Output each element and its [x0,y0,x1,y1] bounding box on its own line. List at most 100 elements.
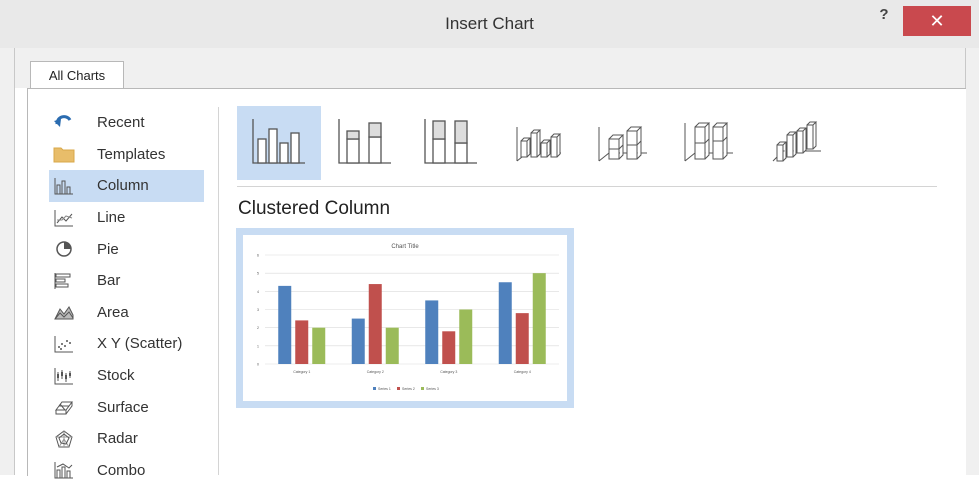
line-chart-icon [53,208,75,228]
close-button[interactable]: ✕ [903,6,971,36]
chart-type-label: Surface [97,398,149,416]
3d-clustered-column-option[interactable] [495,106,579,180]
3d-stacked-column-option[interactable] [581,106,665,180]
chart-type-label: Templates [97,145,166,163]
chart-type-bar[interactable]: Bar [49,265,204,297]
legend-swatch [373,387,376,390]
y-tick-label: 4 [257,290,259,294]
dialog-left-border [0,48,15,475]
gallery-divider [237,186,937,187]
combo-chart-icon [53,460,75,480]
surface-chart-icon [53,397,75,417]
chart-bar [351,318,365,364]
chart-type-column[interactable]: Column [49,170,204,202]
chart-bar [532,273,546,364]
folder-icon [53,144,75,164]
100-stacked-column-icon [423,117,479,170]
100-stacked-column-option[interactable] [409,106,493,180]
chart-preview-svg: Chart Title 0 1 2 3 4 5 6 Category 1 Category 2… [257,244,559,391]
bar-chart-icon [53,271,75,291]
stacked-column-icon [337,117,393,170]
chart-type-surface[interactable]: Surface [49,391,204,423]
stacked-column-option[interactable] [323,106,407,180]
x-tick-label: Category 3 [440,370,457,374]
chart-legend: Series 1 Series 2 Series 3 [373,387,439,391]
chart-bar [498,282,512,364]
chart-type-radar[interactable]: Radar [49,423,204,455]
chart-bar [278,285,292,364]
list-divider [218,107,219,475]
chart-type-label: X Y (Scatter) [97,335,183,353]
tab-all-charts[interactable]: All Charts [30,61,124,89]
chart-type-label: Recent [97,114,145,132]
chart-type-label: Line [97,209,126,227]
y-tick-label: 1 [257,344,259,348]
y-tick-label: 0 [257,363,259,367]
chart-bars [278,273,546,364]
3d-column-icon [767,117,823,170]
chart-type-recent[interactable]: Recent [49,107,204,139]
chart-type-scatter[interactable]: X Y (Scatter) [49,328,204,360]
chart-gridlines [265,254,559,365]
chart-type-area[interactable]: Area [49,297,204,329]
3d-stacked-column-icon [595,117,651,170]
y-tick-label: 2 [257,326,259,330]
chart-type-label: Bar [97,272,121,290]
3d-100-stacked-column-icon [681,117,737,170]
close-icon: ✕ [929,10,945,31]
chart-type-list: Recent Templates Column Line Pie Bar Are… [49,107,204,486]
dialog-right-border [965,48,979,475]
chart-bar [368,284,382,364]
undo-arrow-icon [53,113,75,133]
chart-bar [442,331,456,364]
chart-bar [312,327,326,364]
tab-strip: All Charts [15,48,965,89]
x-axis-ticks: Category 1 Category 2 Category 3 Category 4 [293,370,531,374]
chart-preview[interactable]: Chart Title 0 1 2 3 4 5 6 Category 1 Category 2… [243,235,567,401]
y-tick-label: 6 [257,254,259,258]
chart-type-label: Area [97,303,129,321]
3d-100-stacked-column-option[interactable] [667,106,751,180]
x-tick-label: Category 1 [293,370,310,374]
help-button[interactable]: ? [874,6,894,28]
legend-label: Series 1 [378,387,391,391]
scatter-chart-icon [53,334,75,354]
selected-subtype-title: Clustered Column [238,198,391,219]
x-tick-label: Category 2 [367,370,384,374]
y-axis-ticks: 0 1 2 3 4 5 6 [257,254,259,367]
chart-type-templates[interactable]: Templates [49,139,204,171]
y-tick-label: 5 [257,272,259,276]
area-chart-icon [53,302,75,322]
pie-chart-icon [53,239,75,259]
3d-clustered-column-icon [509,117,565,170]
chart-type-label: Combo [97,461,146,479]
3d-column-option[interactable] [753,106,837,180]
dialog-title: Insert Chart [445,14,534,33]
clustered-column-option[interactable] [237,106,321,180]
legend-swatch [421,387,424,390]
chart-bar [385,327,399,364]
chart-type-line[interactable]: Line [49,202,204,234]
chart-title: Chart Title [391,244,419,250]
chart-type-label: Column [97,177,149,195]
chart-type-label: Radar [97,430,138,448]
dialog-titlebar: Insert Chart ? ✕ [0,0,979,49]
chart-type-stock[interactable]: Stock [49,360,204,392]
stock-chart-icon [53,366,75,386]
column-subtype-gallery [237,106,937,180]
chart-type-combo[interactable]: Combo [49,455,204,486]
clustered-column-icon [251,117,307,170]
chart-bar [425,300,439,364]
legend-swatch [397,387,400,390]
chart-bar [459,309,473,364]
legend-label: Series 2 [402,387,415,391]
chart-type-pie[interactable]: Pie [49,233,204,265]
x-tick-label: Category 4 [514,370,531,374]
legend-label: Series 3 [426,387,439,391]
radar-chart-icon [53,429,75,449]
column-chart-icon [53,176,75,196]
chart-bar [295,320,309,364]
chart-type-label: Stock [97,367,135,385]
chart-type-label: Pie [97,240,119,258]
chart-bar [515,313,529,364]
